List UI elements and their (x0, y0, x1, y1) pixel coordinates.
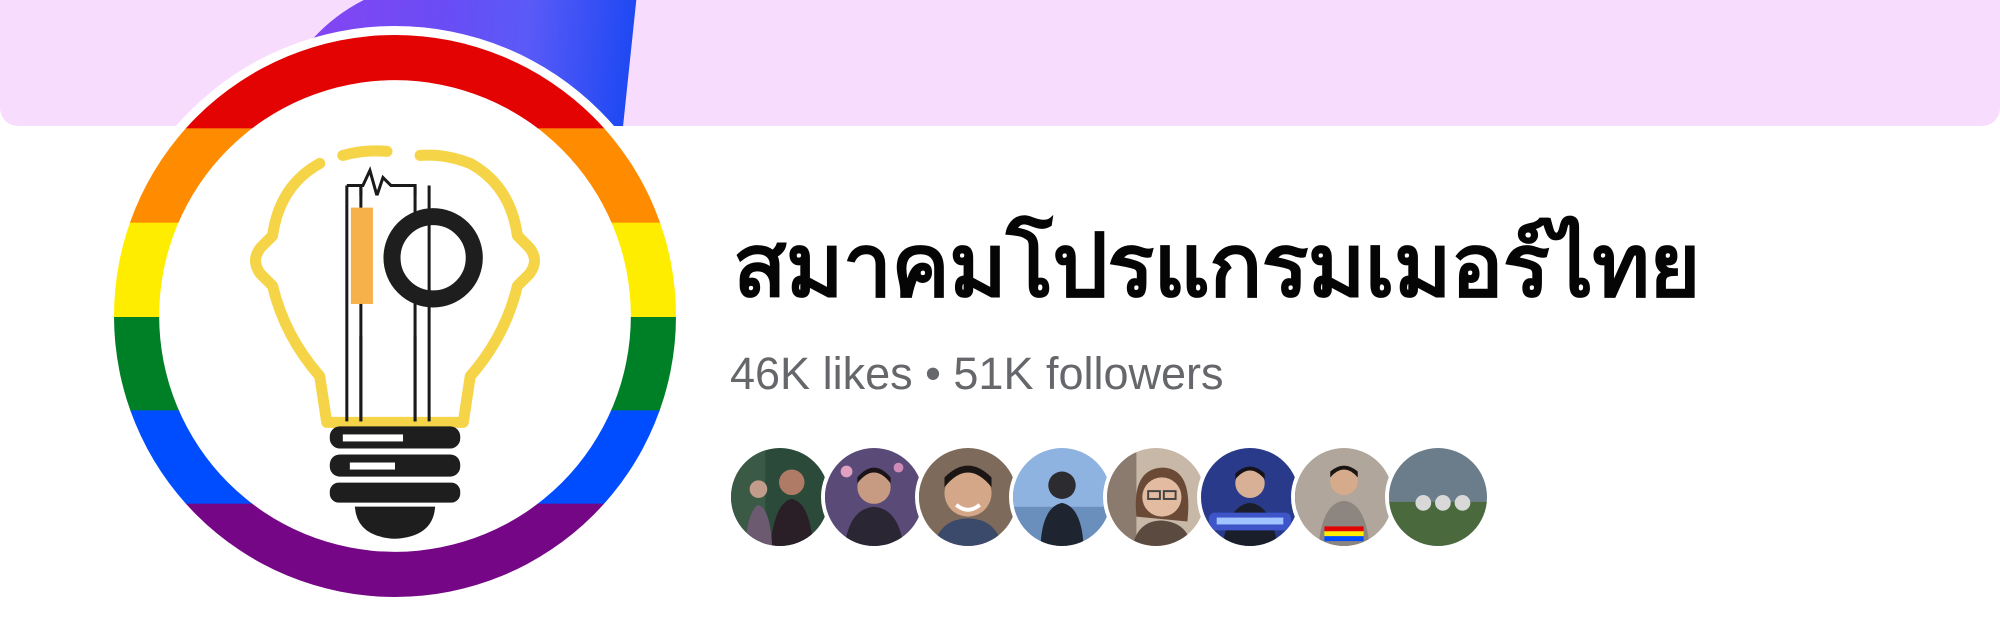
page-stats: 46K likes • 51K followers (730, 351, 1224, 396)
person-avatar-icon (1013, 448, 1111, 546)
person-avatar-icon (919, 448, 1017, 546)
person-avatar-icon (825, 448, 923, 546)
facebook-page-header: สมาคมโปรแกรมเมอร์ไทย 46K likes • 51K fol… (0, 0, 2000, 643)
profile-picture[interactable] (105, 26, 685, 606)
follower-avatars (727, 444, 1491, 554)
person-avatar-icon (1201, 448, 1299, 546)
follower-avatar-4[interactable] (1009, 444, 1115, 550)
likes-count[interactable]: 46K likes (730, 348, 913, 399)
person-avatar-icon (1389, 448, 1487, 546)
person-avatar-icon (1107, 448, 1205, 546)
stats-separator: • (925, 348, 941, 399)
follower-avatar-3[interactable] (915, 444, 1021, 550)
follower-avatar-2[interactable] (821, 444, 927, 550)
followers-count[interactable]: 51K followers (953, 348, 1223, 399)
person-avatar-icon (1295, 448, 1393, 546)
page-title: สมาคมโปรแกรมเมอร์ไทย (733, 214, 1701, 317)
follower-avatar-7[interactable] (1291, 444, 1397, 550)
rainbow-lightbulb-io-logo-icon (114, 35, 676, 597)
follower-avatar-1[interactable] (727, 444, 833, 550)
follower-avatar-8[interactable] (1385, 444, 1491, 550)
follower-avatar-6[interactable] (1197, 444, 1303, 550)
person-avatar-icon (731, 448, 829, 546)
follower-avatar-5[interactable] (1103, 444, 1209, 550)
